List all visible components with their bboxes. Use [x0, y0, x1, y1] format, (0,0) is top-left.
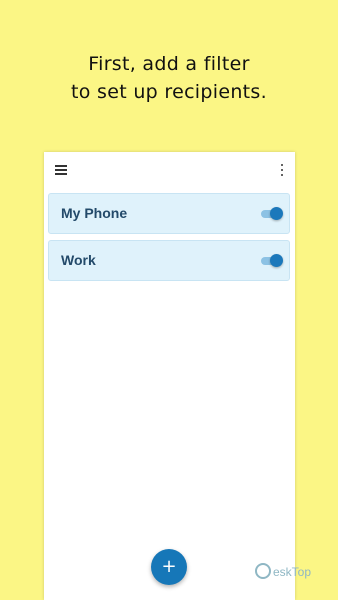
add-filter-button[interactable]: + — [151, 549, 187, 585]
headline: First, add a filter to set up recipients… — [0, 50, 338, 106]
watermark-text: eskTop — [273, 565, 312, 579]
more-vertical-icon[interactable] — [280, 164, 284, 176]
filter-toggle[interactable] — [261, 207, 283, 220]
filter-card-my-phone[interactable]: My Phone — [48, 193, 290, 234]
filter-toggle[interactable] — [261, 254, 283, 267]
app-bar — [44, 152, 295, 188]
filter-label: Work — [61, 252, 96, 268]
watermark-logo-icon — [255, 563, 271, 579]
headline-line-2: to set up recipients. — [71, 81, 267, 103]
filter-label: My Phone — [61, 205, 128, 221]
hamburger-menu-icon[interactable] — [55, 165, 67, 175]
phone-screen: My Phone Work + — [44, 152, 295, 600]
toggle-knob — [270, 207, 283, 220]
toggle-knob — [270, 254, 283, 267]
headline-line-1: First, add a filter — [88, 53, 250, 75]
filter-card-work[interactable]: Work — [48, 240, 290, 281]
